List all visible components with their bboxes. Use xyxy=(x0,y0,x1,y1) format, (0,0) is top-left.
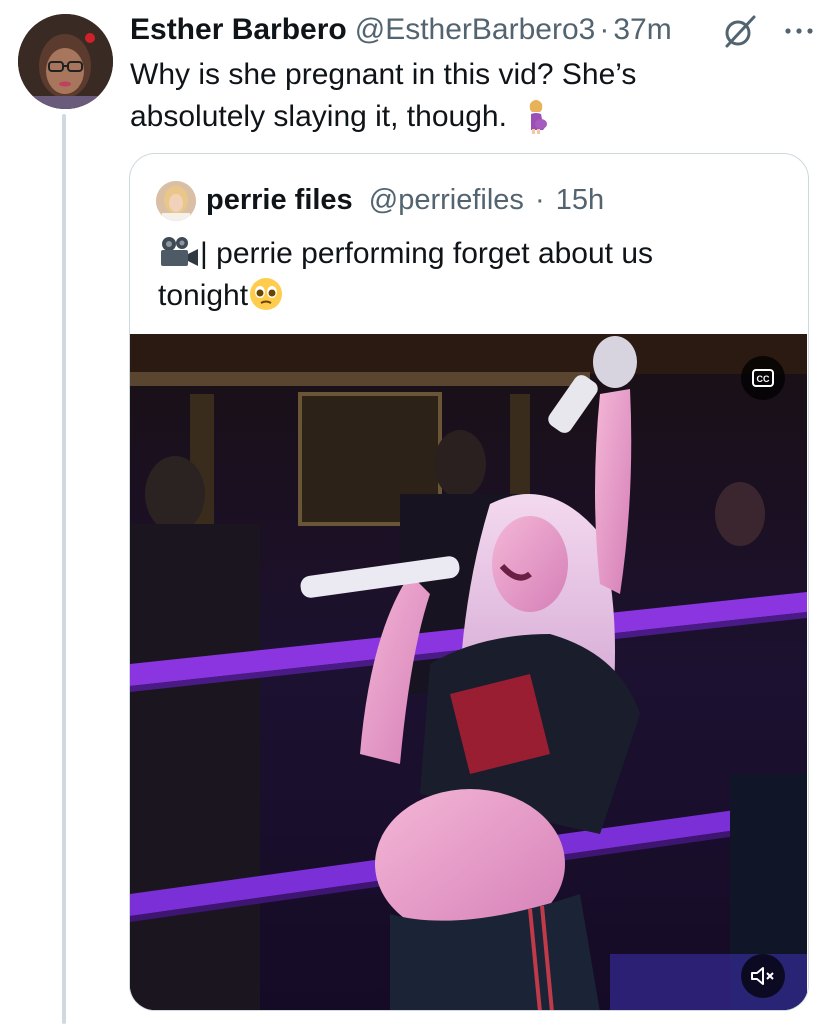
header-separator: · xyxy=(599,13,610,46)
thread-line xyxy=(62,114,66,1024)
quoted-tweet[interactable]: perrie files @perriefiles · 15h | perrie… xyxy=(129,153,809,1011)
avatar-image xyxy=(18,14,113,109)
quote-author-avatar[interactable] xyxy=(156,181,196,221)
quote-text-line2: tonight xyxy=(158,279,249,312)
quote-header: perrie files @perriefiles · 15h xyxy=(206,180,604,220)
quote-author-handle[interactable]: @perriefiles xyxy=(369,184,524,216)
tweet-body: Why is she pregnant in this vid? She’s a… xyxy=(130,58,637,133)
quote-avatar-image xyxy=(156,181,196,221)
speaker-muted-icon xyxy=(751,967,774,985)
captions-icon: CC xyxy=(752,369,774,387)
quote-text: | perrie performing forget about us toni… xyxy=(158,233,758,317)
quote-timestamp[interactable]: 15h xyxy=(556,184,604,216)
tweet-timestamp[interactable]: 37m xyxy=(613,13,671,47)
header-actions xyxy=(721,12,817,50)
movie-camera-emoji xyxy=(161,237,198,266)
video-player[interactable]: CC xyxy=(130,334,807,1010)
quote-text-line1: | perrie performing forget about us xyxy=(200,237,654,270)
author-name[interactable]: Esther Barbero xyxy=(130,13,347,47)
more-icon[interactable] xyxy=(781,13,817,49)
quote-author-name[interactable]: perrie files xyxy=(206,184,353,216)
quote-header-separator: · xyxy=(534,184,545,216)
tweet-header: Esther Barbero @EstherBarbero3 · 37m xyxy=(130,8,817,52)
grok-icon[interactable] xyxy=(721,12,759,50)
video-frame xyxy=(130,334,807,1010)
pleading-face-emoji xyxy=(250,278,283,310)
mute-button[interactable] xyxy=(741,954,785,998)
author-avatar[interactable] xyxy=(18,14,113,109)
captions-button[interactable]: CC xyxy=(741,356,785,400)
tweet-text: Why is she pregnant in this vid? She’s a… xyxy=(130,54,730,138)
captions-label: CC xyxy=(757,374,770,384)
pregnant-woman-emoji xyxy=(530,100,548,134)
author-handle[interactable]: @EstherBarbero3 xyxy=(355,13,596,47)
